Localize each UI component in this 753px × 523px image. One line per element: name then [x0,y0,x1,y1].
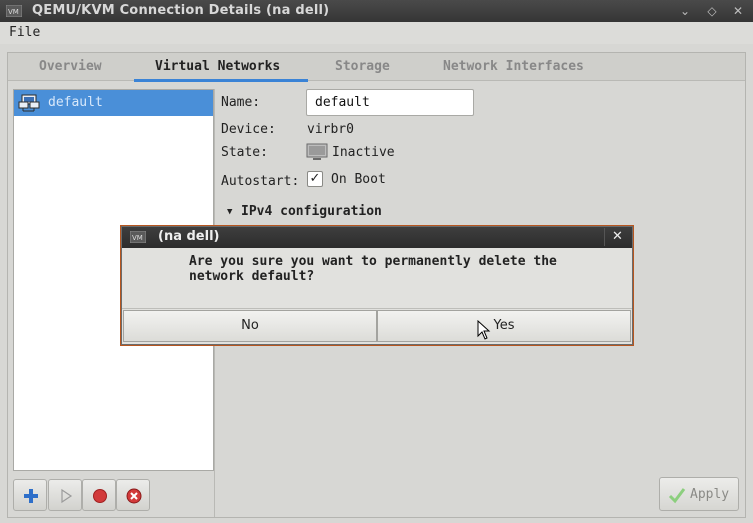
device-label: Device: [221,122,276,137]
play-icon [61,488,73,504]
state-inactive-icon [306,143,328,160]
vm-icon: VM [6,5,22,17]
start-network-button[interactable] [48,479,82,511]
add-network-button[interactable] [13,479,47,511]
tab-virtual-networks[interactable]: Virtual Networks [155,59,280,74]
close-icon[interactable]: ✕ [730,3,746,19]
svg-text:VM: VM [8,8,19,16]
tab-storage[interactable]: Storage [335,59,390,74]
state-label: State: [221,145,268,160]
expander-arrow-icon[interactable]: ▼ [227,207,232,217]
stop-network-button[interactable] [82,479,116,511]
maximize-icon[interactable]: ◇ [704,3,720,19]
autostart-label: Autostart: [221,174,300,189]
minimize-icon[interactable]: ⌄ [677,3,693,19]
apply-label: Apply [690,487,730,502]
network-list-item[interactable]: default [14,90,213,116]
active-tab-indicator [134,79,308,82]
delete-network-button[interactable] [116,479,150,511]
dialog-message-line2: network default? [189,269,315,284]
add-icon [24,489,38,503]
dialog-close-icon[interactable]: ✕ [604,228,630,246]
vm-icon: VM [130,231,146,243]
network-name: default [48,95,103,110]
dialog-buttons: No Yes [122,308,632,344]
tab-network-interfaces[interactable]: Network Interfaces [443,59,584,74]
apply-button[interactable]: Apply [659,477,739,511]
dialog-titlebar[interactable]: VM (na dell) ✕ [122,227,632,248]
yes-button[interactable]: Yes [377,310,631,342]
dialog-message: Are you sure you want to permanently del… [189,254,609,284]
svg-text:VM: VM [132,234,143,242]
ipv4-expander[interactable]: IPv4 configuration [241,204,382,219]
network-icon [18,94,40,112]
autostart-checkbox[interactable]: ✓ [307,171,323,187]
window-title: QEMU/KVM Connection Details (na dell) [32,3,330,18]
autostart-value[interactable]: On Boot [331,172,386,187]
stop-icon [93,489,107,503]
no-button[interactable]: No [123,310,377,342]
window-titlebar[interactable]: VM QEMU/KVM Connection Details (na dell)… [0,0,753,22]
device-value: virbr0 [307,122,354,137]
dialog-message-line1: Are you sure you want to permanently del… [189,254,557,269]
network-toolbar: Apply [8,473,745,517]
network-name-input[interactable] [306,89,474,116]
confirm-delete-dialog: VM (na dell) ✕ Are you sure you want to … [121,226,633,345]
menu-file[interactable]: File [9,25,40,40]
mouse-cursor-icon [477,320,491,340]
delete-icon [126,488,142,504]
state-value: Inactive [332,145,395,160]
checkmark-icon [668,488,686,504]
tab-bar: Overview Virtual Networks Storage Networ… [8,53,745,82]
name-label: Name: [221,95,261,110]
tab-overview[interactable]: Overview [39,59,102,74]
menubar: File [0,22,753,44]
dialog-title: (na dell) [158,229,220,244]
